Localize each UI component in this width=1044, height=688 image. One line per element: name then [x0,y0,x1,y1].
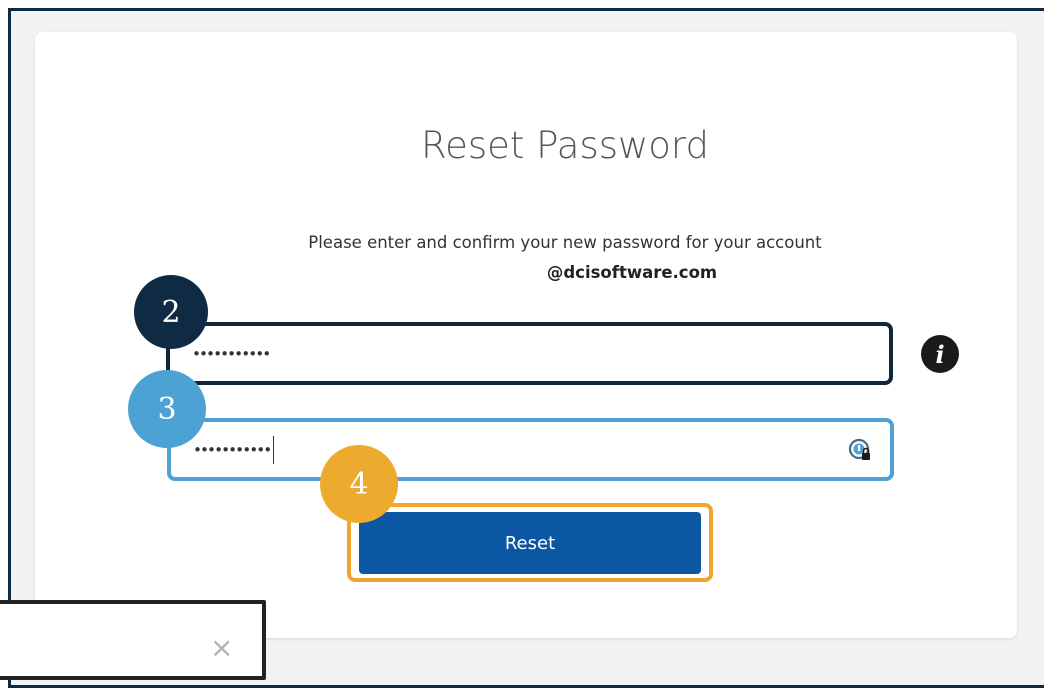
new-password-value: ••••••••••• [192,344,271,363]
instructions-text: Please enter and confirm your new passwo… [308,233,822,252]
step-4-callout: 4 [320,445,398,523]
info-icon[interactable]: i [921,335,959,373]
confirm-password-value: ••••••••••• [193,440,272,459]
page-title: Reset Password [421,124,709,167]
step-3-callout: 3 [128,370,206,448]
confirm-password-field[interactable]: ••••••••••• [167,418,894,481]
step-2-callout: 2 [134,275,208,349]
reset-button[interactable]: Reset [359,512,701,574]
account-email: @dcisoftware.com [546,263,718,282]
new-password-field[interactable]: ••••••••••• [166,322,893,385]
text-cursor [273,435,275,464]
password-manager-lock-icon[interactable] [848,438,872,462]
popup-dialog: × [0,600,266,680]
